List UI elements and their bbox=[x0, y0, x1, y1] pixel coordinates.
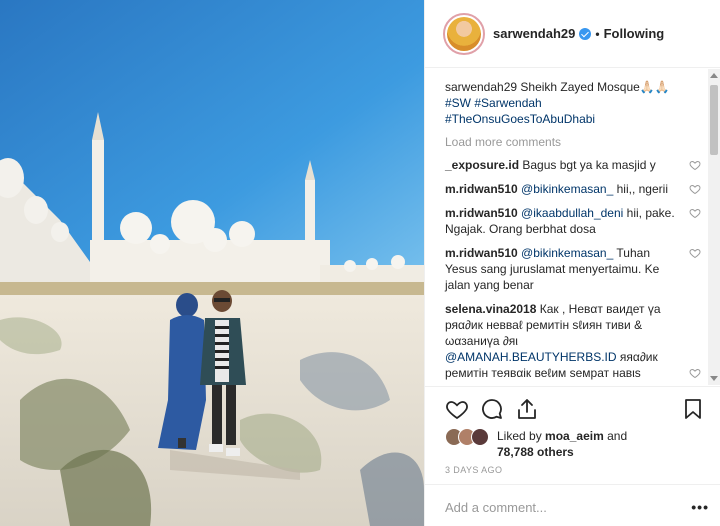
likes-others-count[interactable]: 78,788 others bbox=[497, 445, 574, 459]
post-actions-bar bbox=[425, 386, 720, 430]
caption-hashtags-2[interactable]: #TheOnsuGoesToAbuDhabi bbox=[445, 111, 703, 127]
comments-scrollbar[interactable] bbox=[708, 69, 720, 385]
load-more-comments-link[interactable]: Load more comments bbox=[445, 135, 703, 149]
verified-badge-icon bbox=[579, 27, 592, 40]
post-side-panel: sarwendah29 • Following sarwendah29 Shei… bbox=[424, 0, 720, 526]
share-icon bbox=[518, 399, 536, 419]
comment-item: _exposure.id Bagus bgt ya ka masjid y bbox=[445, 157, 703, 173]
bookmark-icon bbox=[685, 399, 701, 419]
scroll-up-arrow-icon[interactable] bbox=[710, 73, 718, 78]
add-comment-placeholder[interactable]: Add a comment... bbox=[445, 500, 547, 515]
liked-by-user[interactable]: moa_aeim bbox=[545, 429, 604, 443]
likes-summary: Liked by moa_aeim and 78,788 others bbox=[445, 426, 705, 466]
comment-item: m.ridwan510 @ikaabdullah_deni hii, pake.… bbox=[445, 205, 703, 237]
comment-item: selena.vina2018 Как , Невαт ваидет үа ря… bbox=[445, 301, 703, 381]
header-separator: • bbox=[595, 26, 600, 41]
profile-avatar[interactable] bbox=[443, 12, 485, 55]
caption-username[interactable]: sarwendah29 bbox=[445, 80, 517, 94]
heart-icon[interactable] bbox=[689, 367, 701, 379]
instagram-post: sarwendah29 • Following sarwendah29 Shei… bbox=[0, 0, 720, 526]
comment-username[interactable]: m.ridwan510 bbox=[445, 206, 518, 220]
save-button[interactable] bbox=[681, 397, 705, 421]
post-photo[interactable] bbox=[0, 0, 424, 526]
heart-icon bbox=[446, 401, 468, 420]
comment-mention[interactable]: @bikinkemasan_ bbox=[521, 246, 613, 260]
comment-text: Bagus bgt ya ka masjid y bbox=[522, 158, 656, 172]
liker-avatar bbox=[471, 428, 489, 446]
share-button[interactable] bbox=[515, 397, 539, 421]
more-options-icon[interactable]: ••• bbox=[691, 499, 709, 515]
comment-mention[interactable]: @AMANAH.BEAUTYHERBS.ID bbox=[445, 350, 617, 364]
heart-icon[interactable] bbox=[689, 183, 701, 195]
liker-avatars[interactable] bbox=[445, 428, 493, 446]
heart-icon[interactable] bbox=[689, 207, 701, 219]
mosque-photo-illustration bbox=[0, 0, 424, 526]
comment-username[interactable]: _exposure.id bbox=[445, 158, 519, 172]
avatar-image bbox=[447, 16, 481, 51]
header-username[interactable]: sarwendah29 bbox=[493, 26, 575, 41]
post-header: sarwendah29 • Following bbox=[425, 0, 720, 68]
heart-icon[interactable] bbox=[689, 247, 701, 259]
liked-by-prefix: Liked by bbox=[497, 429, 542, 443]
comment-username[interactable]: m.ridwan510 bbox=[445, 182, 518, 196]
comment-button[interactable] bbox=[480, 397, 504, 421]
caption-hashtags-1[interactable]: #SW #Sarwendah bbox=[445, 95, 703, 111]
liked-by-and: and bbox=[607, 429, 628, 443]
post-caption: sarwendah29 Sheikh Zayed Mosque🙏🏻🙏🏻 #SW … bbox=[445, 79, 703, 127]
comment-icon bbox=[482, 399, 502, 419]
caption-text: Sheikh Zayed Mosque🙏🏻🙏🏻 bbox=[520, 80, 670, 94]
post-timestamp[interactable]: 3 DAYS AGO bbox=[445, 465, 502, 475]
comment-username[interactable]: m.ridwan510 bbox=[445, 246, 518, 260]
comment-mention[interactable]: @ikaabdullah_deni bbox=[521, 206, 623, 220]
comment-item: m.ridwan510 @bikinkemasan_ Tuhan Yesus s… bbox=[445, 245, 703, 293]
comments-list[interactable]: sarwendah29 Sheikh Zayed Mosque🙏🏻🙏🏻 #SW … bbox=[425, 69, 720, 385]
comment-text: hii,, ngerii bbox=[616, 182, 668, 196]
like-button[interactable] bbox=[445, 397, 469, 421]
scroll-down-arrow-icon[interactable] bbox=[710, 376, 718, 381]
comment-mention[interactable]: @bikinkemasan_ bbox=[521, 182, 613, 196]
heart-icon[interactable] bbox=[689, 159, 701, 171]
comment-item: m.ridwan510 @bikinkemasan_ hii,, ngerii bbox=[445, 181, 703, 197]
following-button[interactable]: Following bbox=[604, 26, 665, 41]
liked-by-text: Liked by moa_aeim and 78,788 others bbox=[497, 428, 697, 460]
scrollbar-thumb[interactable] bbox=[710, 85, 718, 155]
comment-username[interactable]: selena.vina2018 bbox=[445, 302, 536, 316]
add-comment-field[interactable]: Add a comment... ••• bbox=[425, 484, 720, 526]
